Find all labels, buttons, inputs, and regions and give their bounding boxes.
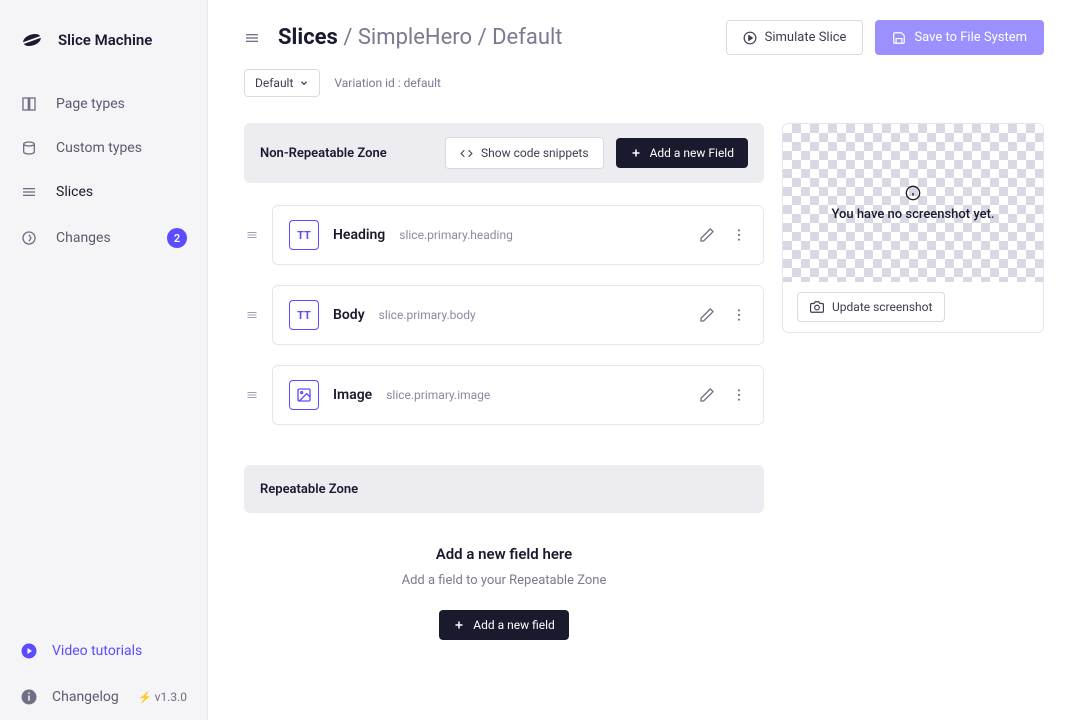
empty-title: Add a new field here	[244, 545, 764, 563]
repeatable-zone-header: Repeatable Zone	[244, 465, 764, 513]
main-content: Slices / SimpleHero / Default Simulate S…	[208, 0, 1080, 720]
edit-field-button[interactable]	[699, 227, 715, 243]
sidebar-item-changes[interactable]: Changes 2	[0, 214, 207, 262]
field-name: Heading	[333, 227, 385, 243]
field-card-image: Image slice.primary.image	[272, 365, 764, 425]
add-field-label: Add a new Field	[650, 146, 734, 160]
plus-icon	[453, 619, 465, 631]
variation-row: Default Variation id : default	[244, 69, 1044, 97]
sidebar-item-label: Custom types	[56, 140, 142, 156]
variation-select-label: Default	[255, 76, 293, 90]
breadcrumb-slice[interactable]: SimpleHero	[358, 25, 472, 50]
update-screenshot-button[interactable]: Update screenshot	[797, 292, 945, 322]
field-path: slice.primary.body	[379, 308, 476, 322]
sidebar-item-custom-types[interactable]: Custom types	[0, 126, 207, 170]
version-label: ⚡ v1.3.0	[138, 690, 187, 704]
breadcrumb-root[interactable]: Slices	[278, 25, 338, 50]
save-label: Save to File System	[914, 30, 1027, 45]
non-repeatable-zone-header: Non-Repeatable Zone Show code snippets A…	[244, 123, 764, 183]
simulate-label: Simulate Slice	[765, 30, 847, 45]
sidebar-item-label: Page types	[56, 96, 125, 112]
empty-subtitle: Add a field to your Repeatable Zone	[244, 573, 764, 588]
sidebar-item-label: Slices	[56, 184, 93, 200]
changes-icon	[20, 230, 38, 246]
changes-badge: 2	[167, 228, 187, 248]
screenshot-preview: You have no screenshot yet. Update scree…	[782, 123, 1044, 333]
sidebar-item-slices[interactable]: Slices	[0, 170, 207, 214]
slices-icon	[244, 30, 262, 46]
richtext-icon: TT	[289, 300, 319, 330]
screenshot-empty-message: You have no screenshot yet.	[831, 207, 994, 222]
repeatable-zone-empty: Add a new field here Add a field to your…	[244, 513, 764, 680]
brand-logo-icon	[20, 28, 44, 52]
field-name: Image	[333, 387, 372, 403]
changelog-label: Changelog	[52, 689, 119, 705]
edit-field-button[interactable]	[699, 307, 715, 323]
add-field-button[interactable]: Add a new Field	[616, 138, 748, 168]
video-tutorials-label: Video tutorials	[52, 643, 142, 659]
code-icon	[460, 147, 473, 160]
field-name: Body	[333, 307, 365, 323]
page-types-icon	[20, 96, 38, 112]
add-field-repeat-button[interactable]: Add a new field	[439, 610, 569, 640]
simulate-slice-button[interactable]: Simulate Slice	[726, 20, 864, 55]
image-icon	[289, 380, 319, 410]
screenshot-empty: You have no screenshot yet.	[783, 124, 1043, 282]
variation-id-label: Variation id : default	[334, 76, 441, 90]
update-screenshot-label: Update screenshot	[832, 300, 932, 314]
plus-icon	[630, 147, 642, 159]
field-path: slice.primary.heading	[399, 228, 513, 242]
save-to-filesystem-button[interactable]: Save to File System	[875, 20, 1044, 55]
brand: Slice Machine	[0, 0, 207, 82]
field-card-body: TT Body slice.primary.body	[272, 285, 764, 345]
play-circle-icon	[20, 642, 38, 660]
slices-icon	[20, 184, 38, 200]
show-snippets-label: Show code snippets	[481, 146, 589, 160]
drag-handle-icon[interactable]	[244, 229, 260, 241]
field-row: TT Body slice.primary.body	[244, 285, 764, 345]
sidebar-item-page-types[interactable]: Page types	[0, 82, 207, 126]
info-icon	[905, 185, 921, 201]
sidebar: Slice Machine Page types Custom types Sl…	[0, 0, 208, 720]
nav: Page types Custom types Slices Changes	[0, 82, 207, 628]
sidebar-changelog[interactable]: Changelog ⚡ v1.3.0	[0, 674, 207, 720]
zone-title: Repeatable Zone	[260, 482, 358, 497]
field-row: Image slice.primary.image	[244, 365, 764, 425]
sidebar-item-label: Changes	[56, 230, 111, 246]
field-menu-button[interactable]	[731, 387, 747, 403]
chevron-down-icon	[299, 78, 309, 88]
field-menu-button[interactable]	[731, 227, 747, 243]
page-header: Slices / SimpleHero / Default Simulate S…	[244, 20, 1044, 55]
field-row: TT Heading slice.primary.heading	[244, 205, 764, 265]
save-icon	[892, 31, 906, 45]
info-circle-icon	[20, 688, 38, 706]
add-field-label: Add a new field	[473, 618, 555, 632]
custom-types-icon	[20, 140, 38, 156]
variation-select[interactable]: Default	[244, 69, 320, 97]
richtext-icon: TT	[289, 220, 319, 250]
zone-title: Non-Repeatable Zone	[260, 146, 387, 161]
field-path: slice.primary.image	[386, 388, 490, 402]
field-menu-button[interactable]	[731, 307, 747, 323]
drag-handle-icon[interactable]	[244, 309, 260, 321]
play-icon	[743, 31, 757, 45]
breadcrumb: Slices / SimpleHero / Default	[278, 25, 563, 50]
brand-name: Slice Machine	[58, 31, 152, 49]
drag-handle-icon[interactable]	[244, 389, 260, 401]
sidebar-video-tutorials[interactable]: Video tutorials	[0, 628, 207, 674]
breadcrumb-variation: Default	[492, 25, 562, 50]
field-card-heading: TT Heading slice.primary.heading	[272, 205, 764, 265]
show-code-snippets-button[interactable]: Show code snippets	[445, 137, 604, 169]
camera-icon	[810, 300, 824, 314]
edit-field-button[interactable]	[699, 387, 715, 403]
